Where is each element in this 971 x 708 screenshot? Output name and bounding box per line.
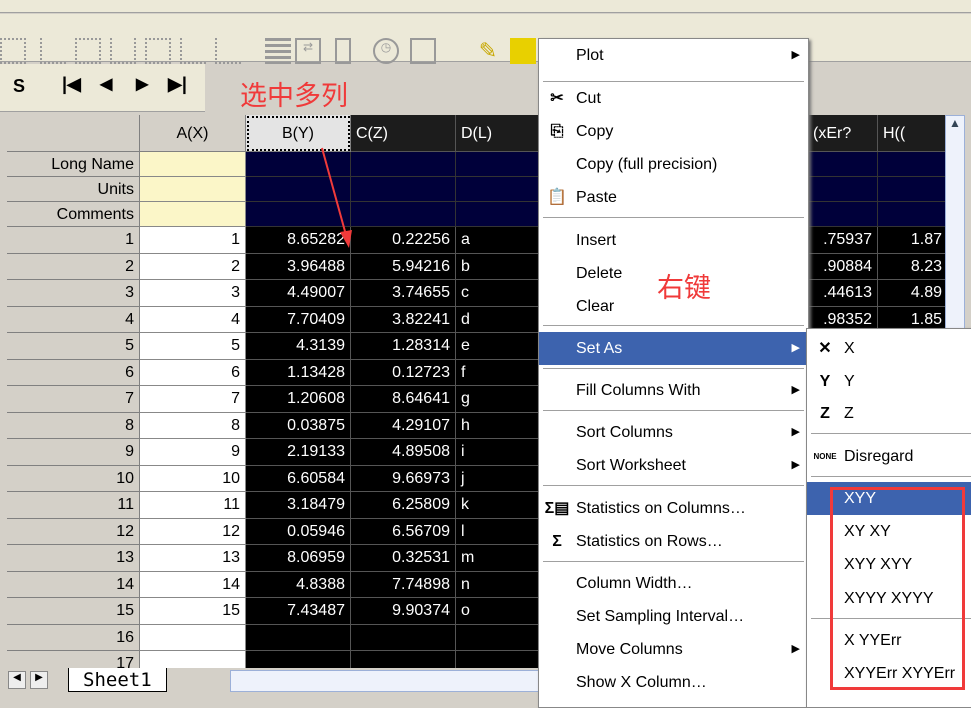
paste-icon: 📋 (547, 189, 567, 206)
menu-item-label: Sort Columns (576, 424, 673, 441)
chevron-right-icon: ▶ (791, 426, 800, 438)
menu-item-label: Copy (576, 123, 614, 140)
menu-item-label: Y (844, 373, 855, 390)
menu-item-label: Delete (576, 265, 623, 282)
cut-icon: ✂ (550, 90, 564, 107)
setas-x[interactable]: ✕ X (807, 332, 971, 365)
z-icon: Z (820, 405, 830, 422)
menu-item-label: Statistics on Columns… (576, 500, 746, 517)
statistics-on-rows--icon: Σ (552, 533, 562, 550)
menu-item-label: Plot (576, 47, 604, 64)
chevron-right-icon: ▶ (791, 643, 800, 655)
menu-insert[interactable]: Insert (539, 224, 808, 257)
menu-separator (543, 217, 804, 219)
chevron-right-icon: ▶ (791, 459, 800, 471)
menu-item-label: Move Columns (576, 641, 683, 658)
setas-z[interactable]: ZZ (807, 397, 971, 430)
menu-separator (543, 325, 804, 327)
annotation-highlight-box (830, 487, 965, 690)
menu-statistics-on-rows[interactable]: Σ Statistics on Rows… (539, 525, 808, 558)
menu-item-label: Statistics on Rows… (576, 533, 723, 550)
menu-separator (811, 433, 971, 435)
menu-item-label: Column Width… (576, 575, 693, 592)
menu-separator (811, 476, 971, 478)
menu-column-width[interactable]: Column Width… (539, 567, 808, 600)
menu-item-label: Cut (576, 90, 601, 107)
x-icon: ✕ (818, 340, 832, 357)
menu-item-label: Show X Column… (576, 674, 707, 691)
menu-plot[interactable]: Plot ▶ (539, 39, 808, 72)
menu-move-columns[interactable]: Move Columns ▶ (539, 633, 808, 666)
annotation-right-click: 右键 (657, 273, 711, 303)
disregard-icon: NONE (813, 452, 837, 461)
menu-separator (543, 561, 804, 563)
menu-sort-worksheet[interactable]: Sort Worksheet ▶ (539, 449, 808, 482)
menu-item-label: Paste (576, 189, 617, 206)
menu-item-label: X (844, 340, 855, 357)
menu-item-label: Fill Columns With (576, 382, 701, 399)
setas-disregard[interactable]: NONE Disregard (807, 440, 971, 473)
menu-item-label: Set Sampling Interval… (576, 608, 745, 625)
setas-y[interactable]: YY (807, 365, 971, 398)
menu-set-as[interactable]: Set As ▶ (539, 332, 808, 365)
copy-icon: ⎘ (550, 123, 564, 140)
menu-copy[interactable]: ⎘ Copy (539, 115, 808, 148)
menu-separator (543, 485, 804, 487)
menu-show-x-column[interactable]: Show X Column… (539, 666, 808, 699)
menu-separator (543, 368, 804, 370)
menu-cut[interactable]: ✂ Cut (539, 82, 808, 115)
menu-statistics-on-columns[interactable]: Σ▤ Statistics on Columns… (539, 492, 808, 525)
menu-set-sampling-interval[interactable]: Set Sampling Interval… (539, 600, 808, 633)
menu-item-label: Clear (576, 298, 615, 315)
statistics-on-columns--icon: Σ▤ (544, 500, 570, 517)
chevron-right-icon: ▶ (791, 49, 800, 61)
menu-item-label: Copy (full precision) (576, 156, 718, 173)
menu-fill-columns-with[interactable]: Fill Columns With ▶ (539, 374, 808, 407)
menu-item-label: Set As (576, 340, 623, 357)
menu-sort-columns[interactable]: Sort Columns ▶ (539, 416, 808, 449)
y-icon: Y (819, 373, 831, 390)
chevron-right-icon: ▶ (791, 384, 800, 396)
menu-separator (543, 410, 804, 412)
menu-item-label: Z (844, 405, 854, 422)
menu-item-label: Sort Worksheet (576, 457, 686, 474)
chevron-right-icon: ▶ (791, 342, 800, 354)
menu-item-label: Insert (576, 232, 617, 249)
menu-paste[interactable]: 📋 Paste (539, 181, 808, 214)
menu-copy-full-precision[interactable]: Copy (full precision) (539, 148, 808, 181)
context-menu: Plot ▶ ✂ Cut ⎘ Copy Copy (full precision) 📋 Past… (538, 38, 809, 708)
menu-item-label: Disregard (844, 448, 914, 465)
